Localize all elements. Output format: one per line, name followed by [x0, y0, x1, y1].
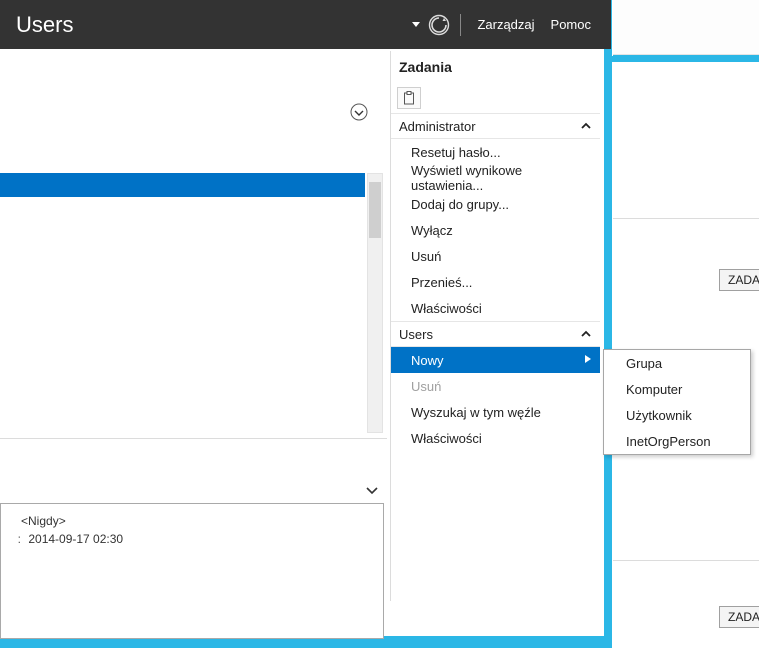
vertical-scrollbar[interactable]	[367, 173, 383, 433]
chevron-up-icon	[580, 328, 592, 340]
task-view-resultant-settings[interactable]: Wyświetl wynikowe ustawienia...	[391, 165, 600, 191]
tasks-title: Zadania	[391, 51, 600, 87]
tasks-panel: Zadania Administrator Resetuj hasło... W…	[390, 51, 600, 601]
task-properties-users[interactable]: Właściwości	[391, 425, 600, 451]
task-properties-admin[interactable]: Właściwości	[391, 295, 600, 321]
section-header-users[interactable]: Users	[391, 321, 600, 347]
chevron-up-icon	[580, 120, 592, 132]
section-label: Users	[399, 327, 433, 342]
task-new[interactable]: Nowy	[391, 347, 600, 373]
list-area[interactable]	[0, 173, 387, 439]
refresh-button[interactable]	[426, 12, 452, 38]
task-delete-users: Usuń	[391, 373, 600, 399]
task-search-node[interactable]: Wyszukaj w tym węźle	[391, 399, 600, 425]
task-btn-label: ZADAN	[728, 273, 759, 287]
new-submenu: Grupa Komputer Użytkownik InetOrgPerson	[603, 349, 751, 455]
task-delete-admin[interactable]: Usuń	[391, 243, 600, 269]
scrollbar-thumb[interactable]	[369, 182, 381, 238]
header-dropdown[interactable]	[406, 0, 426, 49]
manage-link[interactable]: Zarządzaj	[469, 17, 542, 32]
caret-down-icon	[412, 22, 420, 28]
section-header-administrator[interactable]: Administrator	[391, 113, 600, 139]
task-disable[interactable]: Wyłącz	[391, 217, 600, 243]
page-title: Users	[5, 12, 406, 38]
list-toolbar	[0, 49, 387, 123]
submenu-arrow-icon	[584, 354, 592, 367]
secondary-tasks-button-2[interactable]: ZADAN	[719, 606, 759, 628]
detail-never-value: <Nigdy>	[21, 514, 66, 528]
help-link[interactable]: Pomoc	[543, 17, 599, 32]
task-move[interactable]: Przenieś...	[391, 269, 600, 295]
chevron-down-circle-icon	[350, 103, 368, 121]
section-label: Administrator	[399, 119, 476, 134]
task-add-to-groups[interactable]: Dodaj do grupy...	[391, 191, 600, 217]
detail-collapse-toggle[interactable]	[0, 481, 384, 499]
new-user[interactable]: Użytkownik	[604, 402, 750, 428]
clipboard-button[interactable]	[397, 87, 421, 109]
new-group[interactable]: Grupa	[604, 350, 750, 376]
detail-timestamp-value: 2014-09-17 02:30	[24, 532, 123, 546]
task-reset-password[interactable]: Resetuj hasło...	[391, 139, 600, 165]
secondary-window: ZADAN ZADAN	[613, 0, 759, 648]
main-list-panel: <Nigdy> : 2014-09-17 02:30	[0, 49, 387, 636]
new-inetorgperson[interactable]: InetOrgPerson	[604, 428, 750, 454]
task-btn-label: ZADAN	[728, 610, 759, 624]
filter-dropdown[interactable]	[350, 103, 368, 121]
secondary-tasks-button-1[interactable]: ZADAN	[719, 269, 759, 291]
detail-panel: <Nigdy> : 2014-09-17 02:30	[0, 503, 384, 639]
clipboard-icon	[403, 91, 415, 105]
selected-row[interactable]	[0, 173, 365, 197]
refresh-icon	[428, 14, 450, 36]
chevron-down-icon	[364, 482, 380, 498]
window-header: Users Zarządzaj Pomoc	[0, 0, 611, 49]
new-computer[interactable]: Komputer	[604, 376, 750, 402]
